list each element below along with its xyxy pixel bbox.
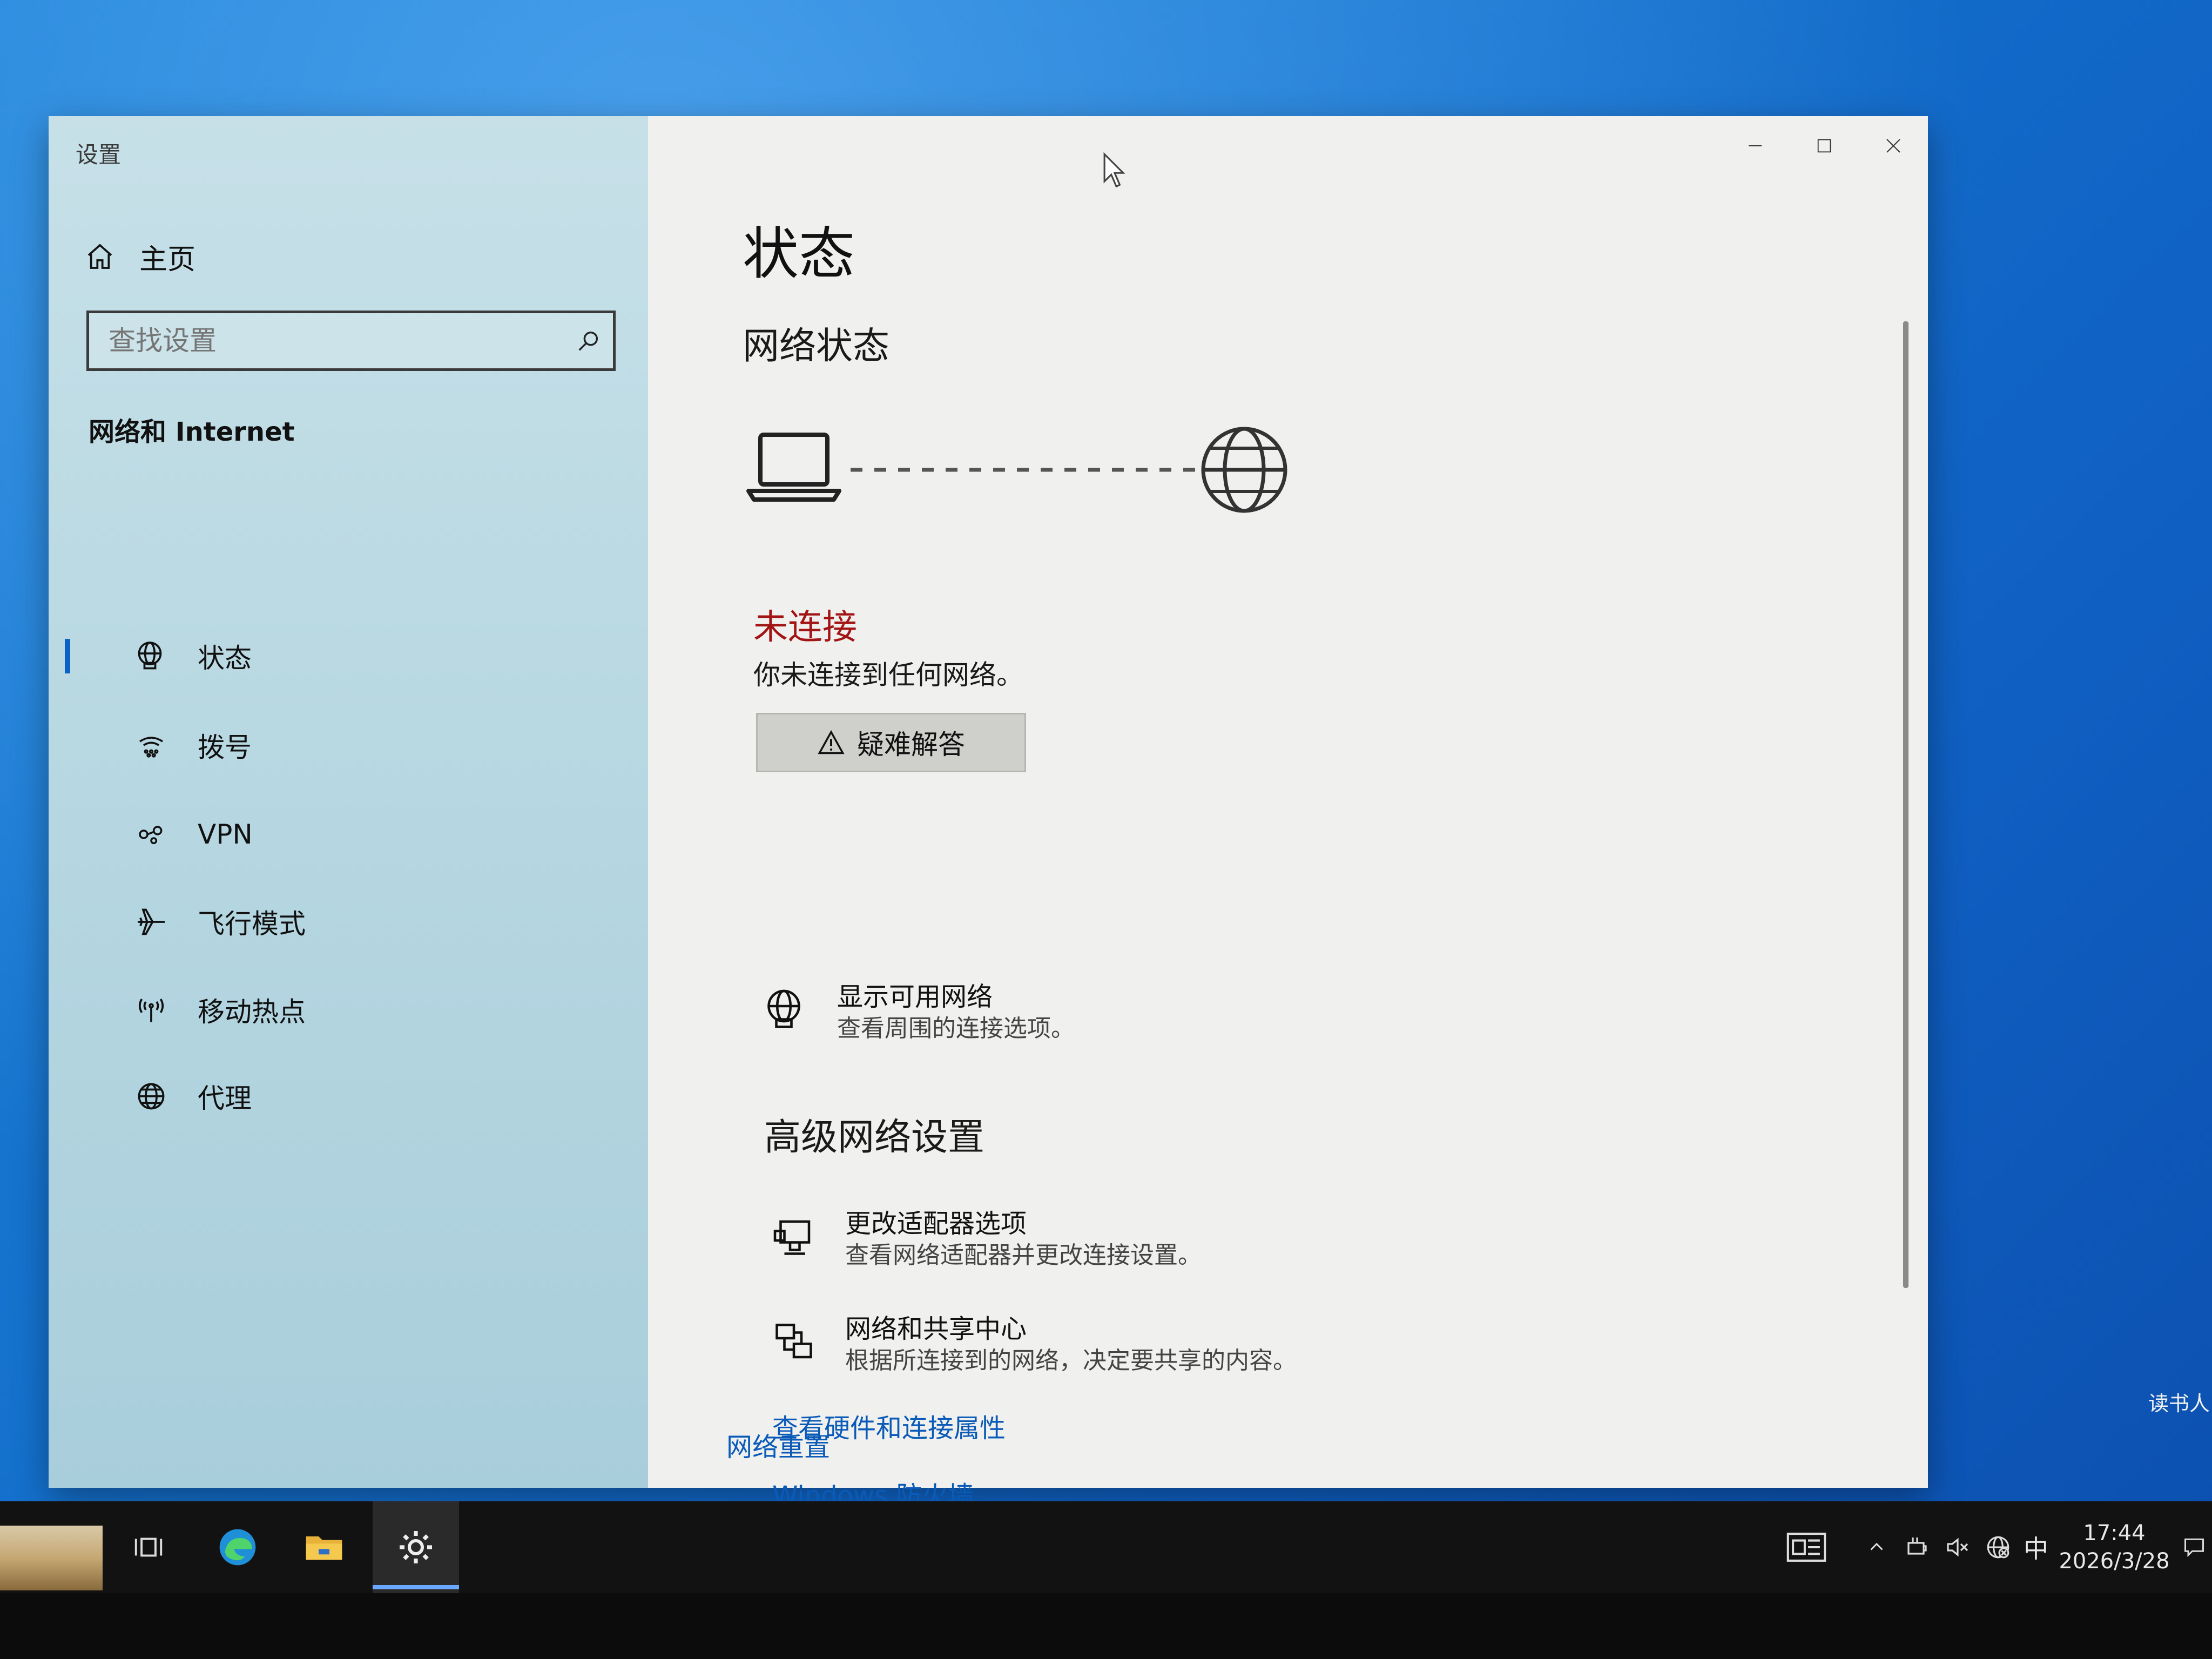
network-globe-icon [756,980,815,1040]
network-disconnected-icon [1987,1536,2009,1559]
advanced-settings-heading: 高级网络设置 [764,1116,985,1159]
news-icon [1786,1533,1826,1562]
minimize-button[interactable] [1721,116,1790,176]
connection-status-description: 你未连接到任何网络。 [753,659,1023,691]
sharing-center-subtitle: 根据所连接到的网络，决定要共享的内容。 [845,1347,1297,1374]
clock-time: 17:44 [2083,1521,2146,1546]
adapter-options-title: 更改适配器选项 [845,1209,1027,1239]
network-diagram [745,419,1296,529]
vpn-icon [130,813,173,856]
mouse-cursor-icon [1103,152,1127,192]
globe-icon [130,1075,173,1118]
show-networks-item[interactable]: 显示可用网络 查看周围的连接选项。 [756,980,1075,1044]
sidebar-item-label: 飞行模式 [198,908,306,940]
sidebar-item-vpn[interactable]: VPN [49,797,648,872]
content-pane: 状态 网络状态 未连接 你未连接到任何网络。 疑难解答 显示可用网络 查看周围的… [648,116,1928,1511]
content-scrollbar[interactable] [1903,321,1908,1288]
settings-window: 设置 主页 网络和 Internet 状态 拨号 [49,116,1928,1511]
troubleshoot-label: 疑难解答 [857,729,965,760]
show-networks-subtitle: 查看周围的连接选项。 [837,1015,1075,1042]
sidebar-item-airplane[interactable]: 飞行模式 [49,884,648,960]
active-app-indicator [373,1585,459,1589]
app-title: 设置 [76,141,122,168]
adapter-options-item[interactable]: 更改适配器选项 查看网络适配器并更改连接设置。 [764,1207,1202,1271]
edge-icon [219,1529,256,1566]
network-status-icon [130,635,173,678]
network-status-heading: 网络状态 [743,325,890,368]
clock[interactable]: 17:44 2026/3/28 [2059,1501,2170,1593]
show-hidden-icons-button[interactable] [1858,1501,1896,1593]
sidebar-item-label: VPN [198,819,253,850]
internet-globe-icon [1201,427,1287,513]
network-tray-button[interactable] [1979,1501,2017,1593]
desktop-shortcut-label: 读书人 [2148,1392,2210,1415]
airplane-icon [130,900,173,943]
search-input[interactable] [89,313,564,368]
battery-button[interactable] [1898,1501,1936,1593]
monitor-bezel [0,1593,2212,1659]
show-networks-title: 显示可用网络 [837,982,993,1012]
battery-plug-icon [1907,1537,1927,1555]
chevron-up-icon [1870,1542,1883,1550]
dialup-icon [130,724,173,767]
adapter-monitor-icon [764,1207,824,1266]
volume-button[interactable] [1939,1501,1977,1593]
sidebar-item-label: 移动热点 [198,996,306,1028]
clock-date: 2026/3/28 [2059,1549,2170,1574]
action-center-button[interactable] [2176,1501,2212,1593]
sharing-center-title: 网络和共享中心 [845,1314,1027,1344]
laptop-icon [746,433,841,502]
warning-icon [818,730,845,754]
search-icon[interactable] [564,314,613,368]
task-view-icon [134,1537,163,1557]
sidebar-item-status[interactable]: 状态 [49,618,648,694]
sharing-center-item[interactable]: 网络和共享中心 根据所连接到的网络，决定要共享的内容。 [764,1312,1297,1376]
file-explorer-icon [306,1536,342,1560]
minimize-icon [1749,145,1762,146]
news-widget-button[interactable] [1777,1501,1836,1593]
adapter-options-subtitle: 查看网络适配器并更改连接设置。 [845,1242,1202,1269]
volume-muted-icon [1947,1537,1968,1557]
connection-status-text: 未连接 [753,608,857,648]
settings-taskbar-button[interactable] [373,1501,459,1593]
sidebar-item-dialup[interactable]: 拨号 [49,707,648,783]
start-thumbnail[interactable] [0,1526,103,1590]
sidebar-item-hotspot[interactable]: 移动热点 [49,972,648,1048]
close-button[interactable] [1859,116,1928,176]
sidebar-item-proxy[interactable]: 代理 [49,1058,648,1134]
maximize-button[interactable] [1790,116,1859,176]
edge-button[interactable] [208,1501,267,1593]
search-box [86,311,616,371]
home-nav-item[interactable]: 主页 [81,232,195,281]
home-icon [81,238,119,275]
notification-icon [2184,1538,2204,1557]
sidebar-item-label: 状态 [198,643,252,674]
maximize-icon [1817,139,1831,153]
home-label: 主页 [139,243,196,276]
close-icon [1886,139,1900,153]
sidebar: 设置 主页 网络和 Internet 状态 拨号 [49,116,648,1488]
ime-indicator[interactable]: 中 [2017,1501,2055,1593]
settings-icon [400,1531,432,1563]
ime-label: 中 [2024,1534,2048,1563]
sidebar-item-label: 拨号 [198,732,252,763]
network-reset-link[interactable]: 网络重置 [726,1426,830,1464]
file-explorer-button[interactable] [294,1501,354,1593]
sharing-center-icon [764,1312,824,1372]
troubleshoot-button[interactable]: 疑难解答 [756,713,1026,772]
sidebar-item-label: 代理 [198,1083,252,1114]
section-heading: 网络和 Internet [89,417,295,447]
page-title: 状态 [743,221,855,287]
hotspot-icon [130,988,173,1031]
task-view-button[interactable] [119,1501,178,1593]
